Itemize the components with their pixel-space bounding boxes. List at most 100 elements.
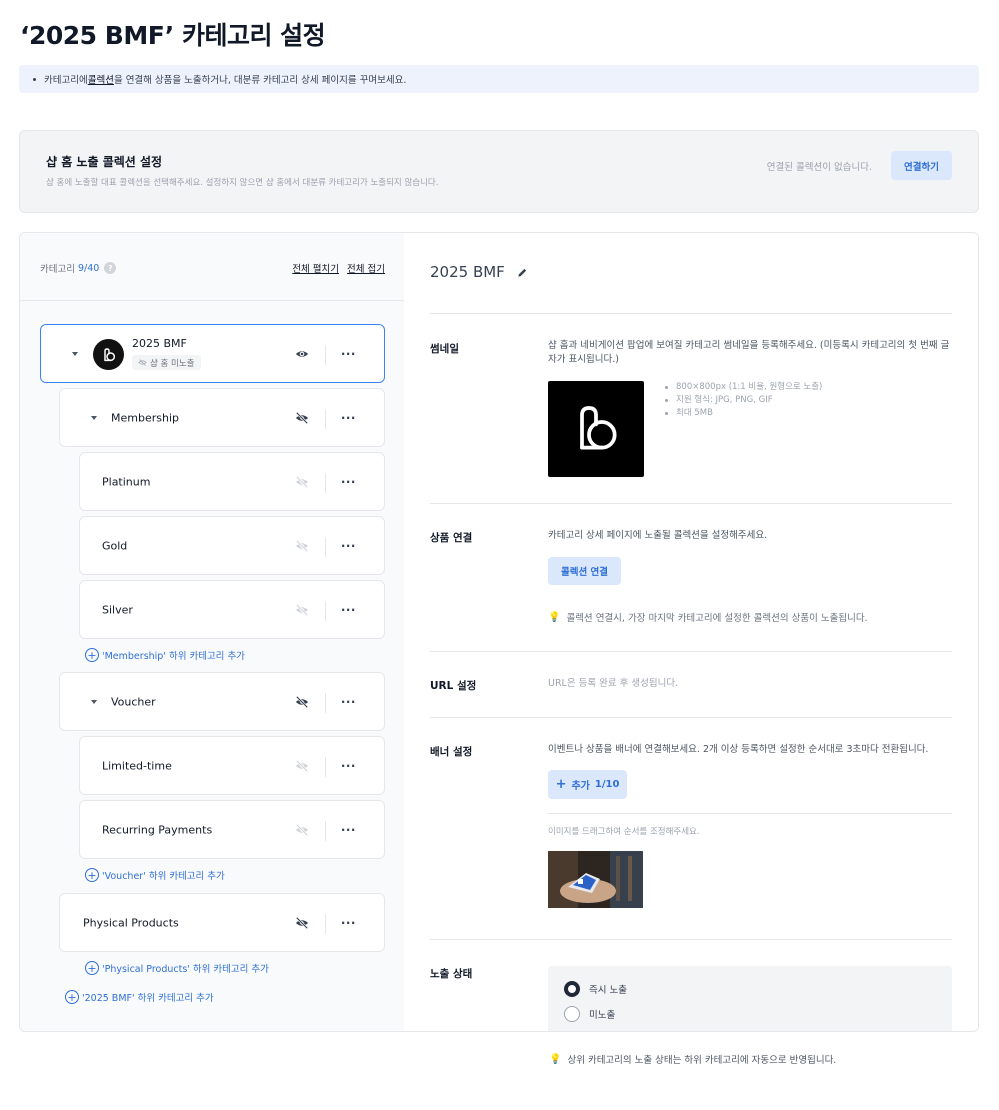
brand-logo-icon <box>103 347 115 361</box>
banner-photo <box>548 851 643 908</box>
add-physical-subcategory[interactable]: + 'Physical Products' 하위 카테고리 추가 <box>85 961 269 975</box>
eye-icon[interactable] <box>295 347 309 361</box>
divider <box>325 473 326 493</box>
more-options-icon[interactable]: ··· <box>341 823 356 837</box>
detail-title: 2025 BMF <box>430 263 528 281</box>
tree-toggle-links: 전체 펼치기 전체 접기 <box>292 261 385 275</box>
divider <box>325 821 326 841</box>
banner-drag-hint: 이미지를 드래그하여 순서를 조정해주세요. <box>548 827 700 837</box>
radio-option-hidden[interactable]: 미노출 <box>564 1006 615 1022</box>
tree-node-physical-products[interactable]: Physical Products ··· <box>59 893 385 952</box>
category-name: Limited-time <box>102 759 172 772</box>
category-name: Voucher <box>111 695 156 708</box>
notice-text-after: 을 연결해 상품을 노출하거나, 대분류 카테고리 상세 페이지를 꾸며보세요. <box>113 75 407 86</box>
category-name: Physical Products <box>83 916 179 929</box>
category-name: Silver <box>102 603 133 616</box>
more-options-icon[interactable]: ··· <box>341 603 356 617</box>
shop-home-collection-card: 샵 홈 노출 콜렉션 설정 샵 홈에 노출할 대표 콜렉션을 선택해주세요. 설… <box>19 130 979 213</box>
banner-description: 이벤트나 상품을 배너에 연결해보세요. 2개 이상 등록하면 설정한 순서대로… <box>548 744 929 755</box>
radio-label: 미노출 <box>589 1010 616 1021</box>
radio-label: 즉시 노출 <box>589 985 627 996</box>
shop-home-status: 연결된 콜렉션이 없습니다. <box>766 162 872 173</box>
add-voucher-subcategory[interactable]: + 'Voucher' 하위 카테고리 추가 <box>85 868 225 882</box>
caret-down-icon[interactable] <box>91 699 97 704</box>
eye-off-icon[interactable] <box>295 823 309 837</box>
thumbnail-description: 샵 홈과 네비게이션 팝업에 보여질 카테고리 썸네일을 등록해주세요. (미등… <box>548 339 953 367</box>
product-link-hint: 💡 콜렉션 연결시, 가장 마지막 카테고리에 설정한 콜렉션의 상품이 노출됩… <box>548 610 868 625</box>
lightbulb-icon: 💡 <box>549 1053 562 1065</box>
plus-circle-icon: + <box>85 648 99 662</box>
more-options-icon[interactable]: ··· <box>341 347 356 361</box>
help-icon[interactable]: ? <box>104 262 117 274</box>
add-subcategory-label: 'Membership' 하위 카테고리 추가 <box>102 651 245 662</box>
plus-circle-icon: + <box>85 868 99 882</box>
caret-down-icon[interactable] <box>72 351 78 356</box>
tree-node-voucher[interactable]: Voucher ··· <box>59 672 385 731</box>
radio-option-immediate[interactable]: 즉시 노출 <box>564 981 627 997</box>
tree-node-silver[interactable]: Silver ··· <box>79 580 385 639</box>
exposure-hint: 💡 상위 카테고리의 노출 상태는 하위 카테고리에 자동으로 반영됩니다. <box>549 1052 837 1067</box>
spec-item: 800×800px (1:1 비율, 원형으로 노출) <box>662 381 822 394</box>
exposure-options: 즉시 노출 미노출 <box>548 966 952 1031</box>
eye-off-icon[interactable] <box>295 916 309 930</box>
divider <box>430 503 952 504</box>
connect-button[interactable]: 연결하기 <box>891 151 952 180</box>
thumbnail-image[interactable] <box>548 381 644 477</box>
more-options-icon[interactable]: ··· <box>341 916 356 930</box>
more-options-icon[interactable]: ··· <box>341 475 356 489</box>
tree-node-platinum[interactable]: Platinum ··· <box>79 452 385 511</box>
caret-down-icon[interactable] <box>91 415 97 420</box>
plus-circle-icon: + <box>65 990 79 1004</box>
shop-home-hidden-badge: 샵 홈 미노출 <box>132 355 201 370</box>
banner-image[interactable] <box>548 851 643 908</box>
hint-text: 상위 카테고리의 노출 상태는 하위 카테고리에 자동으로 반영됩니다. <box>567 1055 837 1066</box>
root-category-name: 2025 BMF <box>132 337 187 350</box>
collection-link[interactable]: 콜렉션 <box>88 72 114 86</box>
more-options-icon[interactable]: ··· <box>341 411 356 425</box>
tree-node-membership[interactable]: Membership ··· <box>59 388 385 447</box>
shop-home-description: 샵 홈에 노출할 대표 콜렉션을 선택해주세요. 설정하지 않으면 샵 홈에서 … <box>46 178 439 188</box>
tree-node-recurring-payments[interactable]: Recurring Payments ··· <box>79 800 385 859</box>
more-options-icon[interactable]: ··· <box>341 759 356 773</box>
thumbnail-description-line: 자가 표시됩니다.) <box>548 354 619 365</box>
eye-off-icon[interactable] <box>295 695 309 709</box>
connect-collection-button[interactable]: 콜렉션 연결 <box>548 557 621 585</box>
divider <box>20 300 404 301</box>
more-options-icon[interactable]: ··· <box>341 695 356 709</box>
expand-all-link[interactable]: 전체 펼치기 <box>292 261 339 275</box>
radio-checked-icon[interactable] <box>564 981 580 997</box>
collapse-all-link[interactable]: 전체 접기 <box>347 261 385 275</box>
eye-off-icon[interactable] <box>295 759 309 773</box>
divider <box>430 717 952 718</box>
lightbulb-icon: 💡 <box>548 611 561 623</box>
divider <box>548 813 952 814</box>
category-count: 9/40 <box>77 262 100 274</box>
eye-off-icon[interactable] <box>295 603 309 617</box>
eye-off-icon[interactable] <box>295 475 309 489</box>
more-options-icon[interactable]: ··· <box>341 539 356 553</box>
eye-off-icon[interactable] <box>295 539 309 553</box>
divider <box>430 313 952 314</box>
exposure-label: 노출 상태 <box>430 968 473 980</box>
add-banner-button[interactable]: + 추가 1/10 <box>548 770 627 799</box>
divider <box>325 914 326 934</box>
tree-node-limited-time[interactable]: Limited-time ··· <box>79 736 385 795</box>
category-name: Membership <box>111 411 179 424</box>
add-membership-subcategory[interactable]: + 'Membership' 하위 카테고리 추가 <box>85 648 245 662</box>
divider <box>430 939 952 940</box>
add-root-subcategory[interactable]: + '2025 BMF' 하위 카테고리 추가 <box>65 990 214 1004</box>
category-editor-panel: 카테고리 9/40 ? 전체 펼치기 전체 접기 2025 BMF 샵 홈 미노… <box>19 232 979 1032</box>
badge-label: 샵 홈 미노출 <box>150 358 195 369</box>
divider <box>325 345 326 365</box>
tree-node-gold[interactable]: Gold ··· <box>79 516 385 575</box>
bullet-icon <box>33 77 36 81</box>
divider <box>325 693 326 713</box>
thumbnail-label: 썸네일 <box>430 343 459 355</box>
eye-off-icon[interactable] <box>295 411 309 425</box>
brand-logo-icon <box>580 406 617 450</box>
pencil-icon[interactable] <box>517 267 528 278</box>
radio-unchecked-icon[interactable] <box>564 1006 580 1022</box>
notice-banner: 카테고리에 콜렉션 을 연결해 상품을 노출하거나, 대분류 카테고리 상세 페… <box>19 65 979 93</box>
tree-node-root[interactable]: 2025 BMF 샵 홈 미노출 ··· <box>40 324 385 383</box>
category-name: Platinum <box>102 475 151 488</box>
